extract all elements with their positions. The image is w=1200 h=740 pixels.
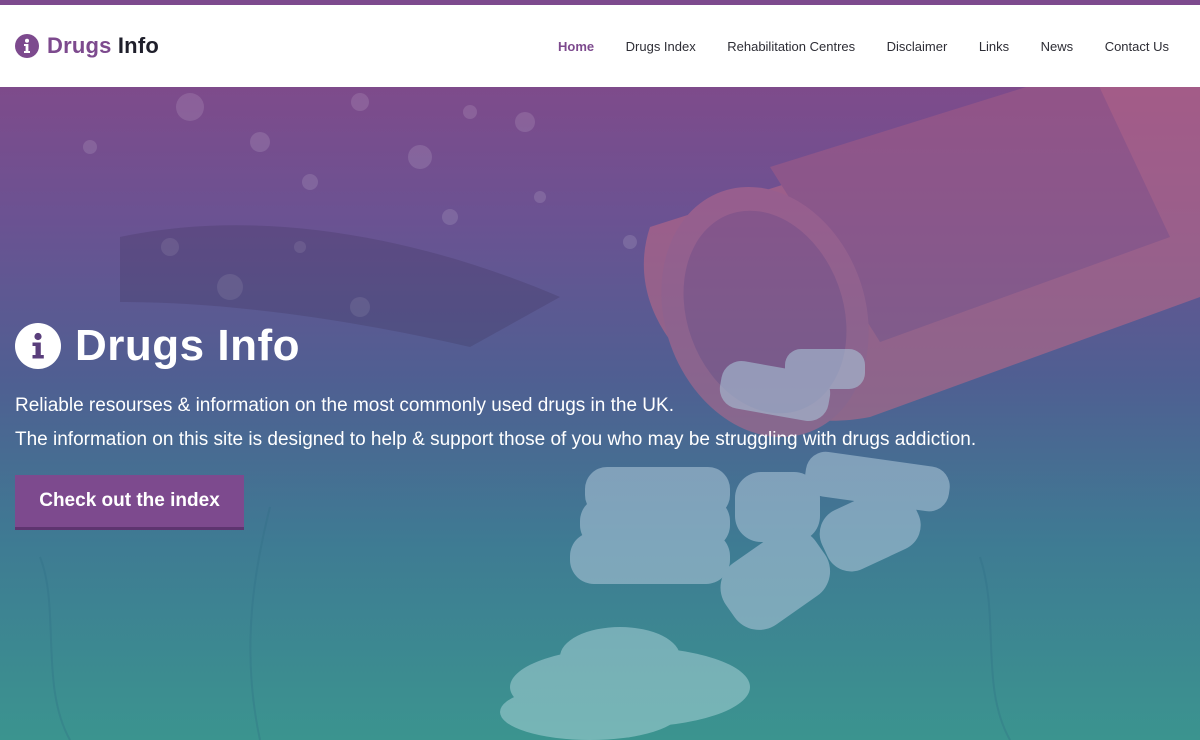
hero-content: Drugs Info Reliable resourses & informat… — [15, 323, 1115, 530]
brand-name-accent: Drugs — [47, 33, 112, 58]
brand-name: Drugs Info — [47, 33, 159, 59]
info-circle-icon — [15, 34, 39, 58]
brand-name-rest: Info — [117, 33, 159, 58]
info-circle-icon — [15, 323, 61, 369]
nav-item-links[interactable]: Links — [979, 39, 1009, 54]
check-index-button[interactable]: Check out the index — [15, 475, 244, 530]
main-nav: Home Drugs Index Rehabilitation Centres … — [558, 39, 1169, 54]
nav-item-rehabilitation-centres[interactable]: Rehabilitation Centres — [727, 39, 855, 54]
nav-item-disclaimer[interactable]: Disclaimer — [887, 39, 948, 54]
navbar: Drugs Info Home Drugs Index Rehabilitati… — [0, 5, 1200, 87]
brand-logo-link[interactable]: Drugs Info — [15, 33, 159, 59]
nav-item-home[interactable]: Home — [558, 39, 594, 54]
nav-item-drugs-index[interactable]: Drugs Index — [626, 39, 696, 54]
nav-item-contact-us[interactable]: Contact Us — [1105, 39, 1169, 54]
hero-description: Reliable resourses & information on the … — [15, 389, 1115, 457]
hero-section: Drugs Info Reliable resourses & informat… — [0, 87, 1200, 740]
hero-title: Drugs Info — [15, 323, 1115, 369]
hero-heading: Drugs Info — [75, 321, 300, 370]
hero-text-line-1: Reliable resourses & information on the … — [15, 395, 674, 416]
nav-item-news[interactable]: News — [1041, 39, 1074, 54]
hero-text-line-2: The information on this site is designed… — [15, 429, 977, 450]
